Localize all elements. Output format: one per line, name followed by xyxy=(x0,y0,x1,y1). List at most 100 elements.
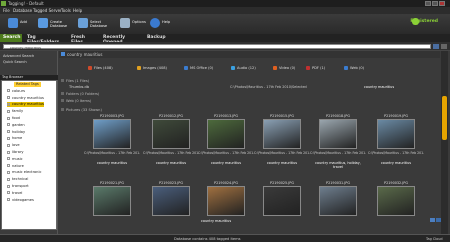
checkbox-icon[interactable] xyxy=(7,184,10,188)
tag-tree-item[interactable]: library xyxy=(7,150,24,155)
tag-tree-label: music xyxy=(12,156,23,161)
minimize-button[interactable] xyxy=(425,1,431,6)
file-type-filter-item[interactable]: Audio (12) xyxy=(231,66,256,70)
tag-tree-item[interactable]: colours xyxy=(7,89,25,94)
tag-tree-item[interactable]: music electronic xyxy=(7,170,41,175)
tag-tree-item[interactable]: family xyxy=(7,109,23,114)
tag-tree-item[interactable]: love xyxy=(7,143,20,148)
checkbox-icon[interactable] xyxy=(7,170,10,174)
tag-tree-item[interactable]: country mauritius xyxy=(7,102,44,108)
menu-database[interactable]: Database xyxy=(13,8,32,13)
tag-tree-label: country mauritius xyxy=(12,95,44,100)
checkbox-icon[interactable] xyxy=(7,96,10,100)
quick-search-link[interactable]: Quick Search xyxy=(3,60,27,64)
file-type-label: Web (0) xyxy=(350,66,365,70)
help-button[interactable]: Help xyxy=(150,17,174,31)
photo-thumbnail[interactable]: P2190021.JPG xyxy=(84,181,140,225)
tag-tree-item[interactable]: holiday xyxy=(7,130,25,135)
group-web[interactable]: Web (0 Items) xyxy=(61,99,91,104)
photo-thumbnail[interactable]: P2190025.JPG xyxy=(254,181,310,225)
menu-file[interactable]: File xyxy=(3,8,10,13)
checkbox-icon[interactable] xyxy=(7,177,10,181)
checkbox-icon[interactable] xyxy=(7,164,10,168)
checkbox-icon[interactable] xyxy=(7,150,10,154)
photo-thumbnail[interactable]: P2190018.JPG C:\Photos\Mauritius - 17th F… xyxy=(310,114,366,169)
checkbox-icon[interactable] xyxy=(7,89,10,93)
tab-fresh-files[interactable]: Fresh Files xyxy=(68,34,100,45)
thumbnail-filename: P2190012.JPG xyxy=(159,114,183,118)
tag-tree-item[interactable]: technical xyxy=(7,177,28,182)
checkbox-icon[interactable] xyxy=(7,102,10,106)
search-input[interactable] xyxy=(4,46,430,50)
tag-tree-item[interactable]: music xyxy=(7,157,23,162)
search-field[interactable] xyxy=(3,44,431,50)
tag-cloud-link[interactable]: Tag Cloud xyxy=(426,237,443,241)
photo-thumbnail[interactable]: P2190032.JPG xyxy=(368,181,424,225)
thumbnail-filename: P2190015.JPG xyxy=(270,114,294,118)
tag-tree[interactable]: Related Tags colours country mauritius coun… xyxy=(1,80,57,230)
tab-backup[interactable]: Backup xyxy=(144,34,168,42)
file-type-filter-item[interactable]: Video (0) xyxy=(273,66,295,70)
checkbox-icon[interactable] xyxy=(7,116,10,120)
checkbox-icon[interactable] xyxy=(7,157,10,161)
tag-tree-item[interactable]: garden xyxy=(7,123,25,128)
file-type-filter-item[interactable]: PDF (1) xyxy=(306,66,325,70)
checkbox-icon[interactable] xyxy=(7,109,10,113)
checkbox-icon[interactable] xyxy=(7,123,10,127)
file-type-filter-item[interactable]: Web (0) xyxy=(344,66,364,70)
registered-label: Registered xyxy=(410,19,438,24)
file-type-filter-item[interactable]: Images (408) xyxy=(137,66,167,70)
photo-thumbnail[interactable]: P2190015.JPG C:\Photos\Mauritius - 17th F… xyxy=(254,114,310,165)
checkbox-icon[interactable] xyxy=(7,143,10,147)
grid-view-icon[interactable] xyxy=(436,218,441,222)
thumbnail-path: C:\Photos\Mauritius - 17th Feb 201... xyxy=(198,151,254,155)
thumbnail-filename: P2190018.JPG xyxy=(326,114,350,118)
photo-thumbnail[interactable]: P2190019.JPG C:\Photos\Mauritius - 17th F… xyxy=(368,114,424,165)
tag-tree-item[interactable]: videogames xyxy=(7,198,34,203)
tag-tree-item[interactable]: Related Tags xyxy=(14,82,41,87)
advanced-search-link[interactable]: Advanced Search xyxy=(3,54,34,58)
thumbnail-tag: country mauritius, holiday, travel xyxy=(315,161,361,169)
checkbox-icon[interactable] xyxy=(7,136,10,140)
vertical-scrollbar[interactable] xyxy=(441,51,448,234)
photo-thumbnail[interactable]: P2190023.JPG xyxy=(143,181,199,225)
tag-tree-item[interactable]: transport xyxy=(7,184,29,189)
select-database-button[interactable]: Select Database xyxy=(78,17,114,31)
add-button[interactable]: Add xyxy=(8,17,38,31)
file-type-filter-item[interactable]: MS Office (0) xyxy=(184,66,213,70)
checkbox-icon[interactable] xyxy=(7,198,10,202)
tag-tree-item[interactable]: country mauritius xyxy=(7,96,44,101)
group-files-label: Files (1 Files) xyxy=(66,79,90,83)
photo-thumbnail[interactable]: P2190031.JPG xyxy=(310,181,366,225)
maximize-button[interactable] xyxy=(432,1,438,6)
menu-tools[interactable]: Tools xyxy=(61,8,71,13)
tag-tree-item[interactable]: home xyxy=(7,136,22,141)
menu-help[interactable]: Help xyxy=(73,8,82,13)
tab-recently-opened[interactable]: Recently Opened xyxy=(100,34,144,45)
create-database-button[interactable]: Create Database xyxy=(38,17,74,31)
tag-tree-label: technical xyxy=(12,177,29,182)
options-button[interactable]: Options xyxy=(120,17,150,31)
tag-tree-item[interactable]: travel xyxy=(7,191,22,196)
view-icon[interactable] xyxy=(430,218,435,222)
file-type-filter-item[interactable]: Files (408) xyxy=(88,66,113,70)
group-pictures[interactable]: Pictures (33 Shown) xyxy=(61,108,102,113)
file-row[interactable]: Thumbs.db xyxy=(69,85,89,90)
scrollbar-thumb[interactable] xyxy=(442,96,447,140)
tab-search[interactable]: Search xyxy=(0,34,22,42)
photo-thumbnail[interactable]: P2190013.JPG C:\Photos\Mauritius - 17th F… xyxy=(198,114,254,165)
search-go-icon[interactable] xyxy=(433,44,439,49)
group-folders[interactable]: Folders (0 Folders) xyxy=(61,92,99,97)
search-options-icon[interactable] xyxy=(441,44,447,49)
close-button[interactable] xyxy=(439,1,445,6)
photo-thumbnail[interactable]: P2190003.JPG C:\Photos\Mauritius - 17th F… xyxy=(84,114,140,165)
checkbox-icon[interactable] xyxy=(7,130,10,134)
menu-tagged-server[interactable]: Tagged Server xyxy=(33,8,62,13)
checkbox-icon[interactable] xyxy=(7,191,10,195)
tab-tag-files-folders[interactable]: Tag Files/Folders xyxy=(24,34,68,45)
tag-tree-item[interactable]: nature xyxy=(7,164,24,169)
tag-tree-item[interactable]: food xyxy=(7,116,20,121)
photo-thumbnail[interactable]: P2190012.JPG C:\Photos\Mauritius - 17th F… xyxy=(143,114,199,165)
group-pictures-label: Pictures (33 Shown) xyxy=(66,108,102,112)
group-files[interactable]: Files (1 Files) xyxy=(61,79,89,84)
